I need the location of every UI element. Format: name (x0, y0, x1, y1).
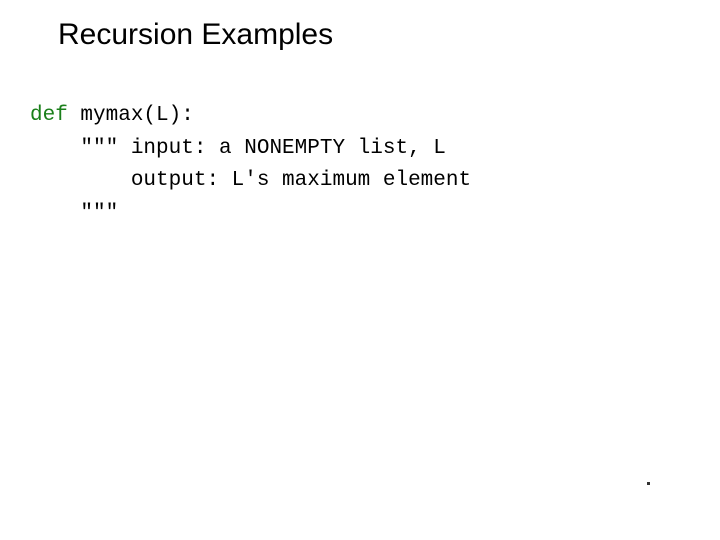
docstring-indent (30, 169, 131, 192)
docstring-line-2: output: L's maximum element (131, 169, 471, 192)
docstring-close: """ (30, 202, 118, 225)
function-signature: mymax(L): (68, 104, 194, 127)
docstring-open: """ (30, 137, 131, 160)
slide-title: Recursion Examples (58, 18, 333, 52)
docstring-line-1: input: a NONEMPTY list, L (131, 137, 446, 160)
decorative-dot (647, 482, 650, 485)
keyword-def: def (30, 104, 68, 127)
code-block: def mymax(L): """ input: a NONEMPTY list… (30, 100, 471, 230)
slide: Recursion Examples def mymax(L): """ inp… (0, 0, 720, 540)
